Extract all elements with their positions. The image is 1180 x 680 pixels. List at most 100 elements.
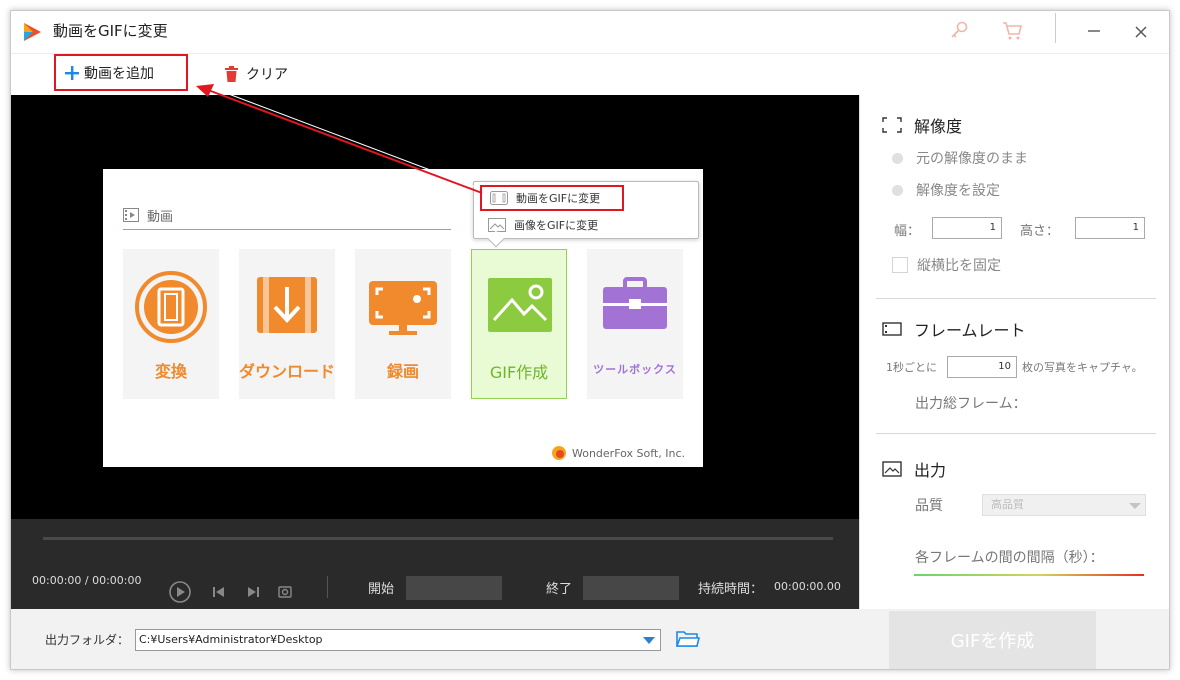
image-to-gif-label: 画像をGIFに変更 [514,219,599,232]
lock-ratio-label: 縦横比を固定 [917,258,1001,274]
record-label: 録画 [386,362,419,381]
original-resolution-label: 元の解像度のまま [916,151,1028,167]
download-icon [257,277,317,333]
record-tile[interactable]: 録画 [355,249,451,399]
height-label: 高さ： [1020,224,1060,239]
toolbox-tile[interactable]: ツールボックス [587,249,683,399]
clear-label: クリア [246,67,288,83]
duration-label: 持続時間： [698,582,764,597]
height-input[interactable]: 1 [1075,217,1145,239]
video-preview: 動画 変換 ダウンロード 録画 GIF作成 ツールボックス WonderFox … [11,95,859,519]
video-section-icon [123,208,139,222]
download-tile[interactable]: ダウンロード [239,249,335,399]
start-time-input[interactable] [406,576,502,600]
duration-value: 00:00:00.00 [774,580,841,593]
lock-ratio-checkbox[interactable]: 縦横比を固定 [892,255,1001,275]
download-label: ダウンロード [239,362,336,381]
video-section-title: 動画 [147,210,174,225]
key-icon[interactable] [948,20,970,42]
add-video-label: 動画を追加 [84,65,154,82]
radio-dot [892,184,903,196]
app-logo-icon [24,23,41,41]
start-label: 開始 [368,582,395,597]
output-title: 出力 [914,461,947,480]
toolbox-icon [603,277,667,329]
video-to-gif-label: 動画をGIFに変更 [516,192,601,205]
time-readout: 00:00:00 / 00:00:00 [32,574,142,587]
brand-text: WonderFox Soft, Inc. [572,446,685,460]
chevron-down-icon [1129,503,1141,509]
title-separator [1055,13,1056,43]
panel-divider [876,298,1156,299]
folder-icon[interactable] [676,629,700,649]
app-window: 動画をGIFに変更 動画を追加 クリア 動画 変換 ダウンロード 録画 GIF作… [10,10,1170,670]
screen-record-icon [369,281,437,335]
output-heading: 出力 [882,457,946,481]
output-image-icon [882,461,902,477]
control-separator [327,576,328,598]
gif-maker-tile[interactable]: GIF作成 [471,249,567,399]
width-input[interactable]: 1 [932,217,1002,239]
settings-panel: 解像度 元の解像度のまま 解像度を設定 幅： 1 高さ： 1 縦横比を固定 フレ… [859,95,1169,609]
gif-maker-popup: 動画をGIFに変更 画像をGIFに変更 [473,181,699,248]
image-icon [488,278,552,332]
convert-tile[interactable]: 変換 [123,249,219,399]
cart-icon[interactable] [1001,20,1023,42]
picture-icon [488,218,506,232]
output-folder-path: C:¥Users¥Administrator¥Desktop [139,633,323,646]
quality-value: 高品質 [991,498,1024,511]
framerate-heading: フレームレート [882,317,1026,341]
end-time-input[interactable] [583,576,679,600]
brand-label: WonderFox Soft, Inc. [551,445,685,461]
close-icon[interactable] [1131,22,1153,44]
snapshot-icon[interactable] [274,581,296,603]
play-icon[interactable] [169,581,191,603]
trash-icon [225,66,238,82]
image-to-gif-item[interactable]: 画像をGIFに変更 [480,212,624,238]
output-folder-input[interactable]: C:¥Users¥Administrator¥Desktop [135,629,661,651]
title-bar: 動画をGIFに変更 [11,11,1169,53]
total-frames-label: 出力総フレーム： [915,396,1027,412]
resolution-heading: 解像度 [882,113,962,137]
radio-dot [892,152,903,164]
clear-button[interactable]: クリア [224,64,288,84]
output-folder-label: 出力フォルダ： [45,633,130,647]
toolbox-label: ツールボックス [593,363,677,376]
quality-label: 品質 [915,498,943,514]
previous-frame-icon[interactable] [208,581,230,603]
width-label: 幅： [894,224,921,239]
wonderfox-logo-icon [552,446,566,460]
gif-maker-label: GIF作成 [489,363,549,382]
minimize-icon[interactable] [1083,20,1105,42]
plus-icon [65,65,79,80]
convert-label: 変換 [154,362,187,381]
resolution-icon [882,117,902,133]
window-title: 動画をGIFに変更 [53,22,168,40]
custom-resolution-radio[interactable]: 解像度を設定 [892,180,1000,200]
video-to-gif-item[interactable]: 動画をGIFに変更 [480,185,624,211]
per-second-suffix: 枚の写真をキャプチャ。 [1022,361,1143,374]
framerate-icon [882,322,902,336]
per-second-prefix: 1秒ごとに [886,361,937,374]
custom-resolution-label: 解像度を設定 [916,183,1000,199]
next-frame-icon[interactable] [242,581,264,603]
video-gif-icon [490,191,508,205]
seek-bar[interactable] [43,537,833,540]
quality-select[interactable]: 高品質 [982,494,1146,516]
interval-slider[interactable] [914,574,1144,576]
toolbar: 動画を追加 クリア [11,53,1169,95]
section-underline [123,229,451,230]
panel-divider [876,433,1156,434]
footer-bar: 出力フォルダ： C:¥Users¥Administrator¥Desktop G… [11,609,1169,669]
checkbox-box [892,257,908,273]
film-icon [135,271,207,343]
end-label: 終了 [546,582,573,597]
interval-label: 各フレームの間の間隔（秒）： [915,550,1104,566]
add-video-button[interactable]: 動画を追加 [54,54,188,91]
resolution-title: 解像度 [914,117,963,136]
make-gif-button[interactable]: GIFを作成 [889,611,1096,669]
chevron-down-icon[interactable] [643,637,655,644]
player-bar: 00:00:00 / 00:00:00 開始 終了 持続時間： 00:00:00… [11,519,859,609]
original-resolution-radio[interactable]: 元の解像度のまま [892,148,1028,168]
fps-input[interactable]: 10 [947,356,1017,378]
